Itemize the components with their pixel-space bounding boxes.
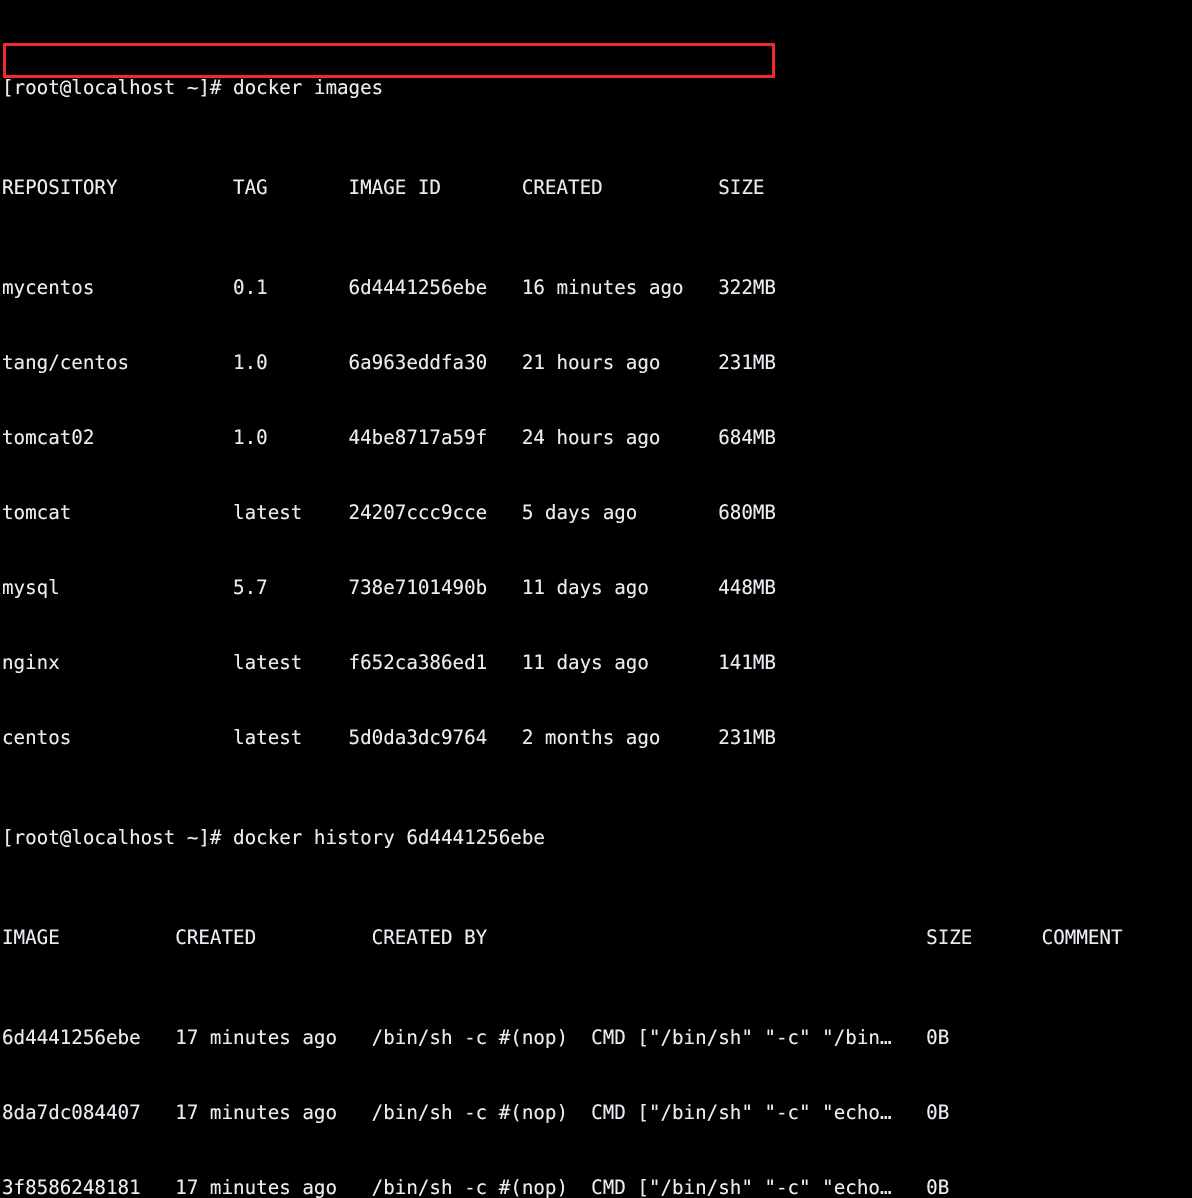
terminal-screen-buffer: [root@localhost ~]# docker images REPOSI…: [2, 0, 1123, 1198]
images-table-row: tomcat latest 24207ccc9cce 5 days ago 68…: [2, 501, 776, 524]
command-line-docker-history: [root@localhost ~]# docker history 6d444…: [2, 826, 545, 849]
command-line-docker-images: [root@localhost ~]# docker images: [2, 76, 384, 99]
images-table-row: tomcat02 1.0 44be8717a59f 24 hours ago 6…: [2, 426, 776, 449]
images-table-row: mycentos 0.1 6d4441256ebe 16 minutes ago…: [2, 276, 776, 299]
images-table-row: centos latest 5d0da3dc9764 2 months ago …: [2, 726, 776, 749]
images-table-header: REPOSITORY TAG IMAGE ID CREATED SIZE: [2, 176, 765, 199]
history-table-row: 6d4441256ebe 17 minutes ago /bin/sh -c #…: [2, 1026, 950, 1049]
history-table-row: 8da7dc084407 17 minutes ago /bin/sh -c #…: [2, 1101, 950, 1124]
history-table-header: IMAGE CREATED CREATED BY SIZE COMMENT: [2, 926, 1123, 949]
history-table-row: 3f8586248181 17 minutes ago /bin/sh -c #…: [2, 1176, 950, 1198]
terminal-window[interactable]: [root@localhost ~]# docker images REPOSI…: [0, 0, 1192, 1198]
images-table-row: mysql 5.7 738e7101490b 11 days ago 448MB: [2, 576, 776, 599]
images-table-row: tang/centos 1.0 6a963eddfa30 21 hours ag…: [2, 351, 776, 374]
images-table-row: nginx latest f652ca386ed1 11 days ago 14…: [2, 651, 776, 674]
